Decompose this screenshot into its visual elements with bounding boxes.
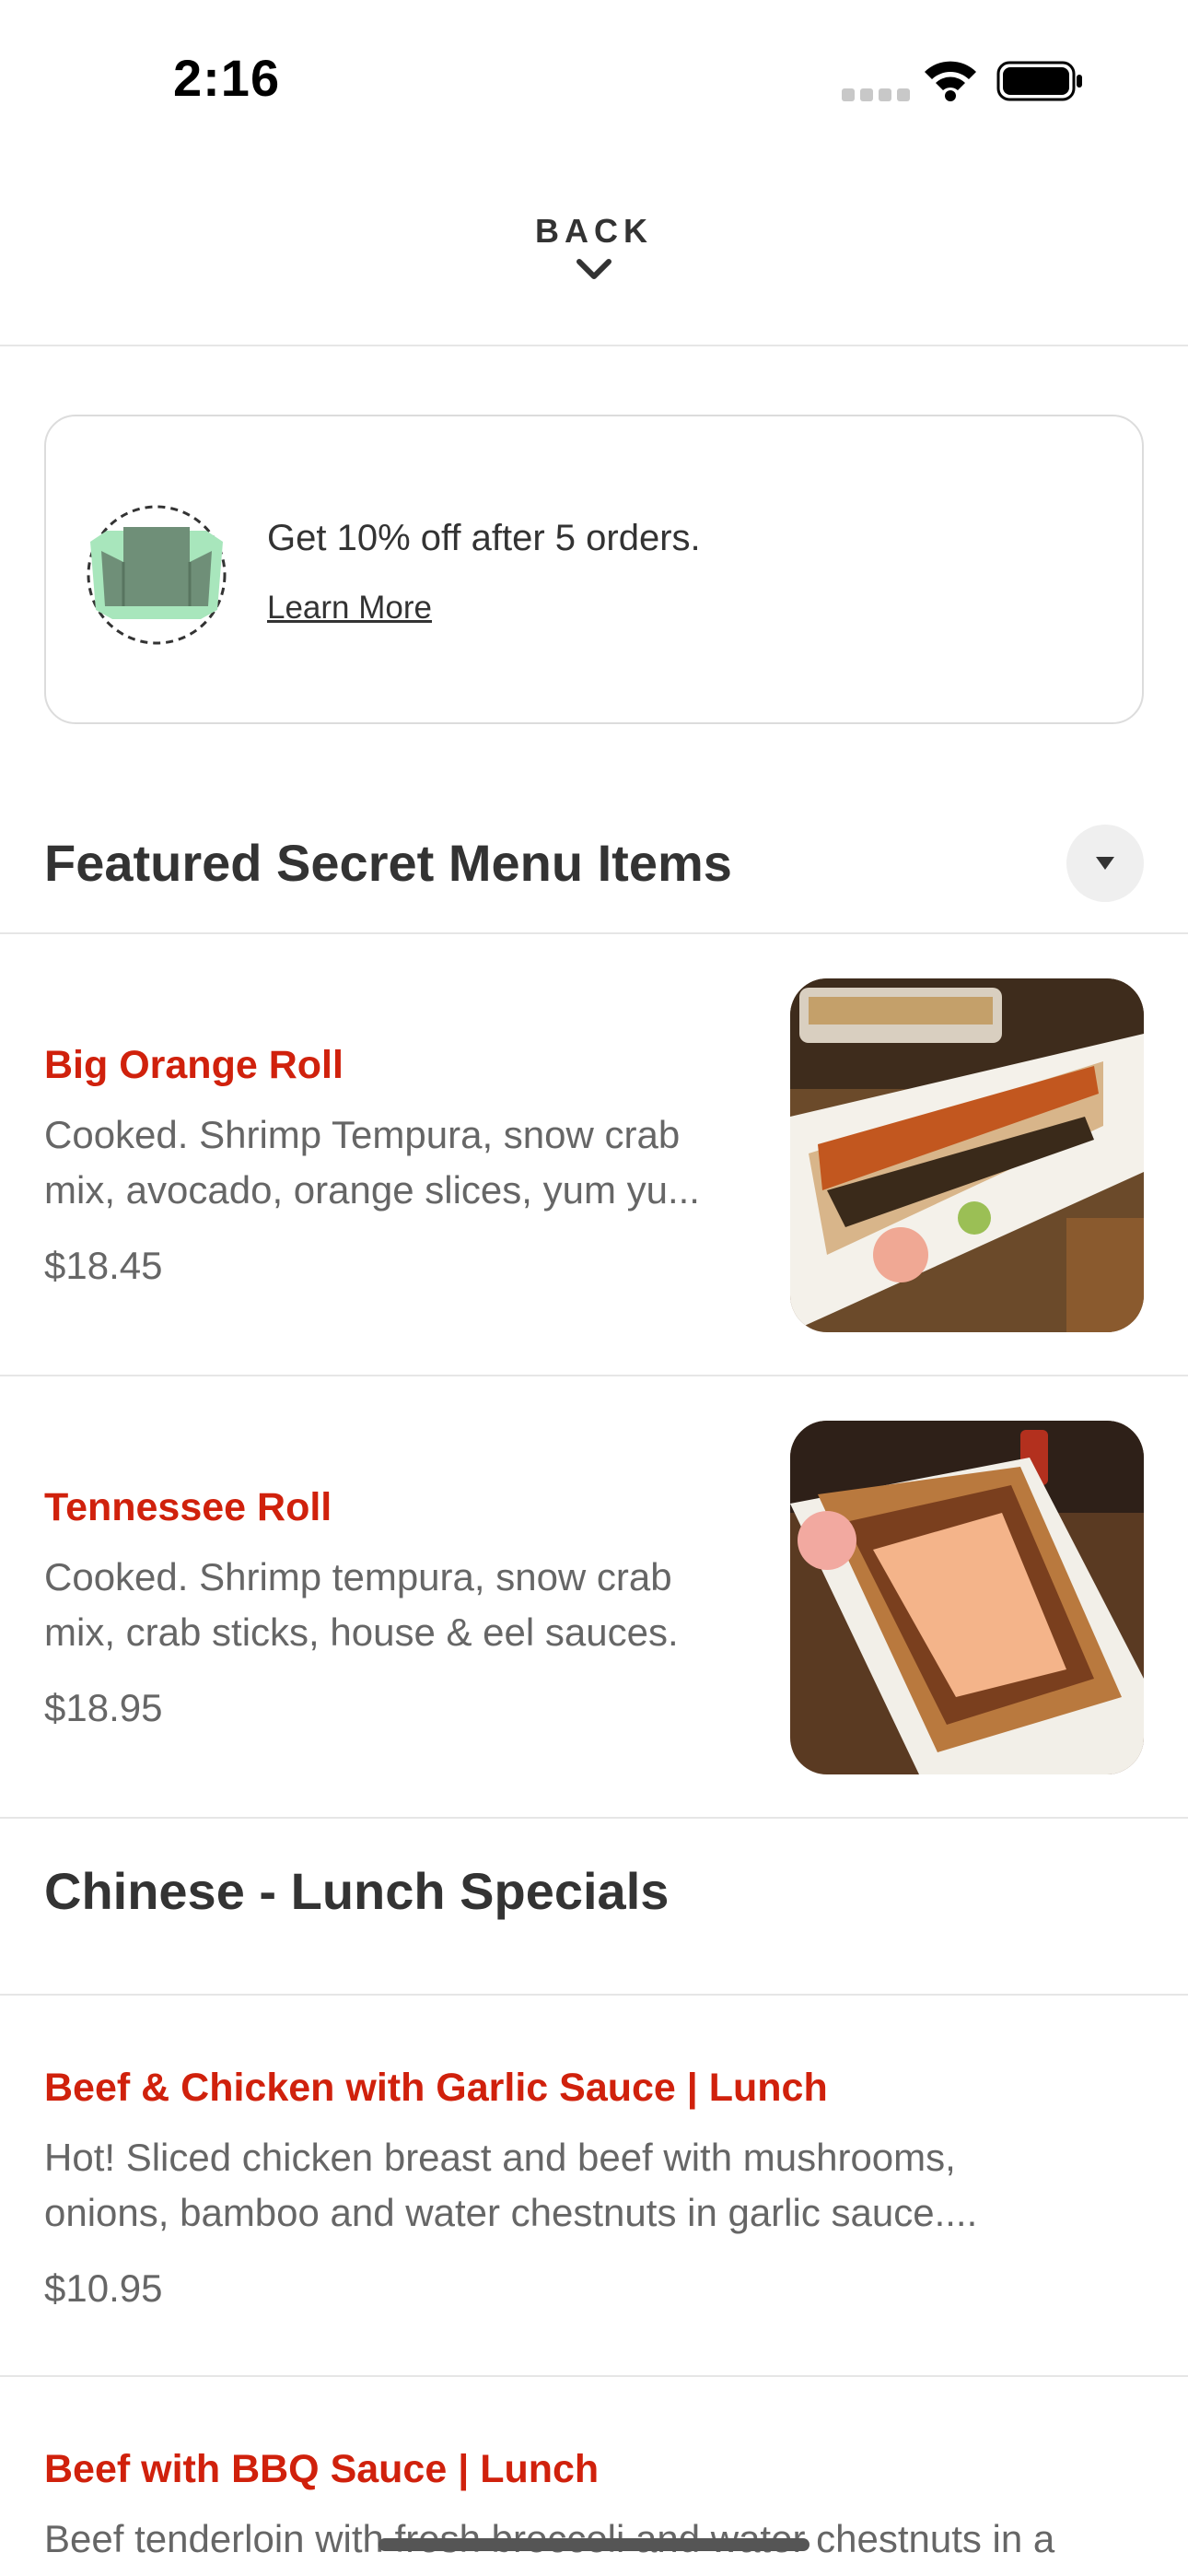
item-desc-line: mix, avocado, orange slices, yum yu...: [44, 1168, 700, 1212]
item-description: Hot! Sliced chicken breast and beef with…: [44, 2130, 977, 2241]
section-title: Chinese - Lunch Specials: [44, 1862, 670, 1920]
battery-icon: [996, 61, 1082, 101]
item-price: $18.45: [44, 1244, 163, 1287]
item-desc-line: Cooked. Shrimp tempura, snow crab: [44, 1555, 672, 1598]
item-desc-line: onions, bamboo and water chestnuts in ga…: [44, 2191, 978, 2234]
menu-screen: 2:16 BACK Get 10% off after 5 orders. Le…: [0, 0, 1188, 2576]
item-photo[interactable]: [790, 1421, 1144, 1774]
home-indicator: [379, 2538, 809, 2551]
takeout-box-icon: [87, 505, 227, 645]
item-name: Tennessee Roll: [44, 1485, 332, 1529]
item-description: Cooked. Shrimp Tempura, snow crab mix, a…: [44, 1107, 700, 1218]
menu-item[interactable]: Big Orange Roll Cooked. Shrimp Tempura, …: [0, 934, 1188, 1376]
item-desc-line: Cooked. Shrimp Tempura, snow crab: [44, 1113, 681, 1156]
learn-more-link[interactable]: Learn More: [267, 590, 432, 626]
status-bar: 2:16: [0, 0, 1188, 157]
item-price: $10.95: [44, 2266, 163, 2310]
item-description: Cooked. Shrimp tempura, snow crab mix, c…: [44, 1550, 679, 1660]
item-desc-line: Hot! Sliced chicken breast and beef with…: [44, 2136, 956, 2179]
section-header-featured[interactable]: Featured Secret Menu Items: [0, 816, 1188, 934]
back-label: BACK: [535, 212, 653, 250]
menu-item[interactable]: Beef & Chicken with Garlic Sauce | Lunch…: [0, 1996, 1188, 2377]
item-name: Beef with BBQ Sauce | Lunch: [44, 2447, 600, 2491]
status-time: 2:16: [173, 49, 281, 107]
chevron-down-icon: [577, 259, 611, 279]
item-photo[interactable]: [790, 978, 1144, 1332]
collapse-button[interactable]: [1066, 825, 1144, 902]
rewards-text: Get 10% off after 5 orders.: [267, 518, 701, 558]
caret-down-icon: [1096, 857, 1114, 870]
back-button[interactable]: BACK: [502, 212, 686, 322]
cellular-signal-icon: [842, 88, 910, 101]
rewards-card[interactable]: Get 10% off after 5 orders. Learn More: [44, 415, 1144, 724]
menu-item[interactable]: Tennessee Roll Cooked. Shrimp tempura, s…: [0, 1376, 1188, 1819]
wifi-icon: [925, 61, 976, 101]
item-name: Big Orange Roll: [44, 1043, 344, 1087]
section-title: Featured Secret Menu Items: [44, 834, 732, 892]
item-desc-line: mix, crab sticks, house & eel sauces.: [44, 1610, 679, 1654]
item-name: Beef & Chicken with Garlic Sauce | Lunch: [44, 2066, 828, 2110]
item-price: $18.95: [44, 1686, 163, 1729]
section-header-chinese-lunch: Chinese - Lunch Specials: [0, 1819, 1188, 1996]
back-header: BACK: [0, 157, 1188, 346]
